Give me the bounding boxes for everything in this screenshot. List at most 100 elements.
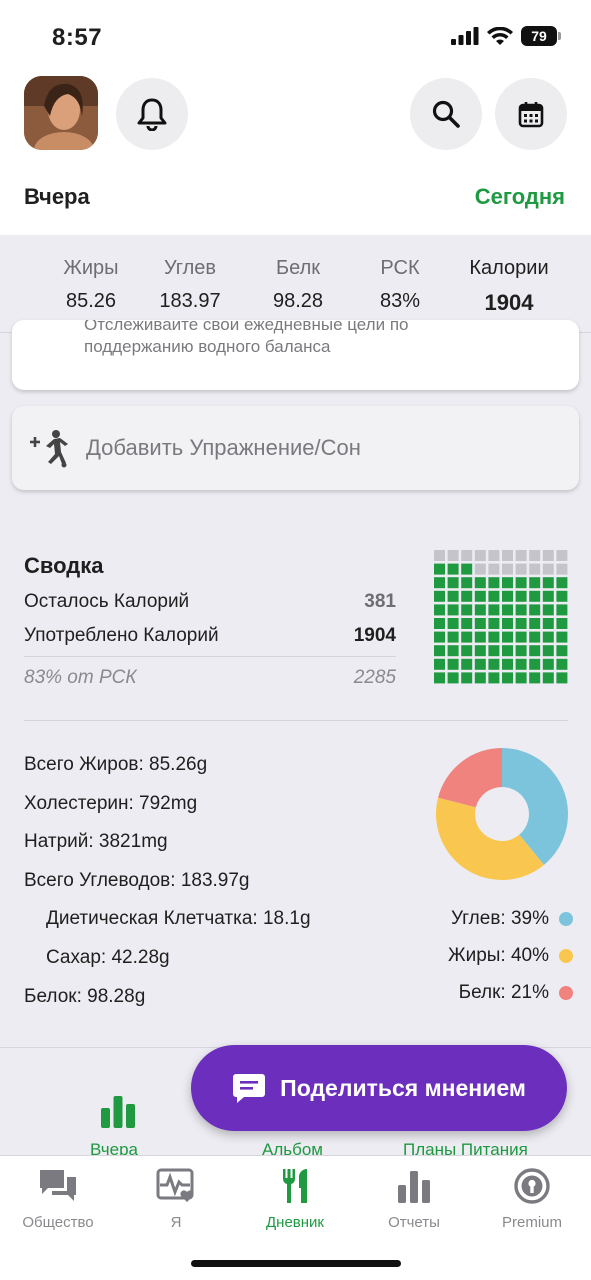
waffle-cell-filled (529, 577, 541, 589)
waffle-cell-filled (447, 604, 459, 616)
waffle-cell-empty (529, 550, 541, 561)
waffle-cell-empty (502, 550, 513, 561)
legend-carbs: Углев: 39% (451, 908, 573, 930)
macro-summary-bar: Жиры 85.26 Углев 183.97 Белк 98.28 РСК 8… (0, 235, 591, 333)
macro-value: 98.28 (272, 290, 324, 312)
macro-label: Калории (469, 257, 549, 279)
chat-bubble-icon (233, 1074, 266, 1103)
consumed-calories-value: 1904 (353, 625, 396, 646)
waffle-cell-filled (556, 645, 568, 657)
waffle-cell-filled (447, 590, 459, 602)
waffle-cell-filled (434, 631, 445, 643)
waffle-cell-filled (434, 577, 445, 589)
waffle-cell-filled (474, 645, 486, 657)
subtab-yesterday-icon-wrap[interactable] (100, 1094, 136, 1133)
waffle-cell-filled (502, 577, 513, 589)
waffle-cell-filled (502, 618, 513, 629)
nutrient-total-carbs: Всего Углеводов: 183.97g (24, 870, 250, 891)
water-goal-card[interactable]: Отслеживайте свои ежедневные цели по под… (12, 320, 579, 390)
macro-label: Жиры (63, 257, 119, 279)
waffle-cell-filled (515, 590, 527, 602)
waffle-cell-filled (474, 577, 486, 589)
waffle-cell-empty (474, 563, 486, 575)
donut-slice-protein (438, 748, 502, 808)
calendar-icon (518, 102, 544, 128)
feedback-button[interactable]: Поделиться мнением (191, 1045, 567, 1131)
nav-premium[interactable]: Premium (477, 1164, 587, 1231)
waffle-cell-empty (529, 563, 541, 575)
waffle-cell-filled (474, 631, 486, 643)
consumed-calories-label: Употреблено Калорий (24, 625, 219, 646)
health-icon (156, 1168, 194, 1202)
waffle-cell-filled (502, 672, 513, 684)
waffle-cell-filled (515, 604, 527, 616)
nav-community[interactable]: Общество (3, 1164, 113, 1231)
waffle-cell-empty (461, 550, 473, 561)
macro-value: 183.97 (159, 290, 221, 312)
waffle-cell-filled (488, 590, 500, 602)
macro-rdi: РСК 83% (345, 257, 455, 313)
waffle-cell-empty (515, 563, 527, 575)
add-exercise-button[interactable]: Добавить Упражнение/Сон (12, 406, 579, 490)
legend-dot-fat (559, 949, 573, 963)
legend-dot-carbs (559, 912, 573, 926)
waffle-cell-empty (488, 550, 500, 561)
rdi-row: 83% от РСК 2285 (24, 667, 396, 689)
search-button[interactable] (410, 78, 482, 150)
bell-icon (137, 98, 167, 131)
waffle-cell-filled (447, 631, 459, 643)
nutrient-cholesterol: Холестерин: 792mg (24, 793, 198, 814)
calendar-button[interactable] (495, 78, 567, 150)
waffle-cell-filled (488, 604, 500, 616)
macro-value: 83% (379, 290, 421, 312)
waffle-cell-filled (556, 604, 568, 616)
macro-calories: Калории 1904 (454, 257, 564, 316)
nav-diary[interactable]: Дневник (240, 1164, 350, 1231)
water-card-text: Отслеживайте свои ежедневные цели по под… (84, 320, 408, 358)
waffle-cell-filled (502, 631, 513, 643)
nav-reports[interactable]: Отчеты (359, 1164, 469, 1231)
waffle-cell-empty (502, 563, 513, 575)
macro-value: 85.26 (65, 290, 117, 312)
water-card-line-2: поддержанию водного баланса (84, 337, 331, 356)
feedback-label: Поделиться мнением (280, 1074, 526, 1101)
waffle-cell-filled (556, 631, 568, 643)
waffle-cell-filled (488, 672, 500, 684)
premium-badge-icon (514, 1168, 550, 1204)
notifications-button[interactable] (116, 78, 188, 150)
status-bar: 8:57 79 (0, 0, 591, 70)
waffle-cell-filled (515, 618, 527, 629)
waffle-cell-filled (556, 618, 568, 629)
waffle-cell-filled (461, 658, 473, 670)
nutrient-protein: Белок: 98.28g (24, 986, 146, 1007)
avatar[interactable] (24, 76, 98, 150)
waffle-cell-filled (556, 658, 568, 670)
community-icon (40, 1170, 76, 1201)
waffle-cell-filled (461, 563, 473, 575)
waffle-cell-filled (529, 631, 541, 643)
waffle-cell-empty (447, 550, 459, 561)
top-bar: Вчера Сегодня (0, 70, 591, 235)
waffle-cell-empty (515, 550, 527, 561)
waffle-cell-filled (556, 577, 568, 589)
waffle-cell-empty (474, 550, 486, 561)
next-day-link[interactable]: Сегодня (475, 184, 565, 210)
waffle-cell-filled (474, 658, 486, 670)
avatar-image (24, 76, 98, 150)
nutrient-fiber: Диетическая Клетчатка: 18.1g (46, 908, 311, 929)
waffle-cell-filled (556, 590, 568, 602)
waffle-cell-filled (542, 672, 554, 684)
waffle-cell-filled (447, 563, 459, 575)
battery-cap (558, 32, 561, 40)
divider (24, 656, 396, 657)
nav-me[interactable]: Я (121, 1164, 231, 1231)
waffle-cell-filled (502, 604, 513, 616)
nutrient-sugar: Сахар: 42.28g (46, 947, 170, 968)
add-exercise-icon (30, 430, 68, 468)
macro-label: РСК (380, 257, 420, 279)
prev-day-link[interactable]: Вчера (24, 184, 90, 210)
waffle-cell-filled (529, 645, 541, 657)
waffle-cell-filled (502, 658, 513, 670)
status-time: 8:57 (52, 24, 103, 51)
nutrient-sodium: Натрий: 3821mg (24, 831, 168, 852)
